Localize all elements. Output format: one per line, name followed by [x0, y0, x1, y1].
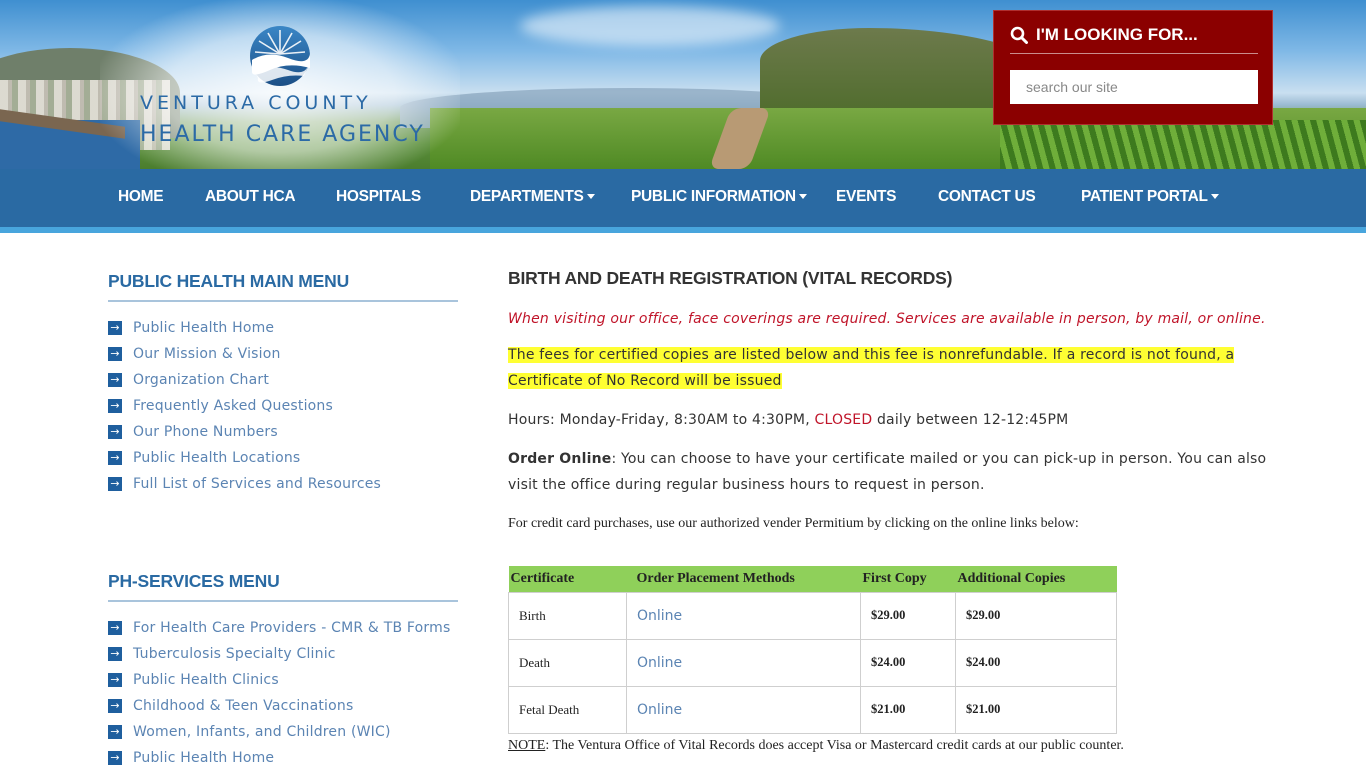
sidebar-item-cmr-tb-forms[interactable]: → For Health Care Providers - CMR & TB Fo… [108, 615, 458, 641]
chevron-down-icon [586, 194, 595, 200]
public-health-main-menu-heading: PUBLIC HEALTH MAIN MENU [108, 271, 458, 302]
sidebar-item-phone-numbers[interactable]: → Our Phone Numbers [108, 419, 458, 445]
additional-copies-price: $21.00 [955, 685, 1117, 734]
arrow-right-icon: → [108, 673, 122, 687]
column-header: Order Placement Methods [626, 566, 861, 592]
certificate-cell: Birth [508, 591, 627, 640]
nav-item-hospitals[interactable]: HOSPITALS [336, 169, 421, 227]
table-row: Death Online $24.00 $24.00 [508, 638, 1117, 687]
additional-copies-price: $24.00 [955, 638, 1117, 687]
sun-wave-logo-icon[interactable] [248, 24, 312, 88]
nav-item-contact-us[interactable]: CONTACT US [938, 169, 1036, 227]
sidebar-item-vaccinations[interactable]: → Childhood & Teen Vaccinations [108, 693, 458, 719]
additional-copies-price: $29.00 [955, 591, 1117, 640]
nav-accent-stripe [0, 227, 1366, 233]
brand-name-line1: VENTURA COUNTY [140, 92, 372, 114]
arrow-right-icon: → [108, 751, 122, 765]
closed-label: CLOSED [814, 412, 873, 428]
nav-item-public-information[interactable]: PUBLIC INFORMATION [631, 169, 807, 227]
header-banner: VENTURA COUNTY HEALTH CARE AGENCY I'M LO… [0, 0, 1366, 169]
column-header: Additional Copies [955, 566, 1117, 592]
sidebar-item-wic[interactable]: → Women, Infants, and Children (WIC) [108, 719, 458, 745]
payment-note: NOTE: The Ventura Office of Vital Record… [508, 738, 1124, 753]
nav-item-departments[interactable]: DEPARTMENTS [470, 169, 595, 227]
order-online-label: Order Online [508, 451, 612, 467]
brand-name-line2: HEALTH CARE AGENCY [140, 122, 425, 147]
table-row: Birth Online $29.00 $29.00 [508, 591, 1117, 640]
nav-item-patient-portal[interactable]: PATIENT PORTAL [1081, 169, 1219, 227]
arrow-right-icon: → [108, 451, 122, 465]
chevron-down-icon [798, 194, 807, 200]
column-header: First Copy [860, 566, 956, 592]
ph-services-menu: → For Health Care Providers - CMR & TB Fo… [108, 615, 458, 768]
main-content: BIRTH AND DEATH REGISTRATION (VITAL RECO… [508, 268, 1268, 753]
arrow-right-icon: → [108, 425, 122, 439]
sidebar-item-public-health-clinics[interactable]: → Public Health Clinics [108, 667, 458, 693]
main-nav: HOME ABOUT HCA HOSPITALS DEPARTMENTS PUB… [0, 169, 1366, 227]
first-copy-price: $21.00 [860, 685, 956, 734]
ph-services-menu-heading: PH-SERVICES MENU [108, 571, 458, 602]
public-health-main-menu: → Public Health Home → Our Mission & Visio… [108, 315, 458, 497]
certificate-cell: Death [508, 638, 627, 687]
nav-item-events[interactable]: EVENTS [836, 169, 897, 227]
online-link[interactable]: Online [626, 638, 861, 687]
certificate-cell: Fetal Death [508, 685, 627, 734]
sidebar-item-locations[interactable]: → Public Health Locations [108, 445, 458, 471]
first-copy-price: $29.00 [860, 591, 956, 640]
column-header: Certificate [508, 566, 627, 592]
note-label: NOTE [508, 738, 546, 753]
fees-notice: The fees for certified copies are listed… [508, 342, 1268, 394]
credit-card-info: For credit card purchases, use our autho… [508, 516, 1079, 531]
nav-item-about-hca[interactable]: ABOUT HCA [205, 169, 296, 227]
arrow-right-icon: → [108, 347, 122, 361]
sidebar-item-public-health-home[interactable]: → Public Health Home [108, 315, 458, 341]
search-panel: I'M LOOKING FOR... [993, 10, 1273, 125]
arrow-right-icon: → [108, 725, 122, 739]
sidebar-item-mission-vision[interactable]: → Our Mission & Vision [108, 341, 458, 367]
order-online-info: Order Online: You can choose to have you… [508, 451, 1267, 493]
sidebar-item-services-resources[interactable]: → Full List of Services and Resources [108, 471, 458, 497]
search-icon [1010, 26, 1028, 44]
search-divider [1010, 53, 1258, 54]
fees-table: Certificate Order Placement Methods Firs… [508, 566, 1117, 734]
search-input[interactable] [1010, 70, 1258, 104]
search-heading: I'M LOOKING FOR... [1010, 25, 1198, 45]
search-heading-label: I'M LOOKING FOR... [1036, 25, 1198, 44]
online-link[interactable]: Online [626, 685, 861, 734]
arrow-right-icon: → [108, 321, 122, 335]
arrow-right-icon: → [108, 647, 122, 661]
arrow-right-icon: → [108, 477, 122, 491]
table-row: Fetal Death Online $21.00 $21.00 [508, 685, 1117, 734]
sidebar-item-tb-clinic[interactable]: → Tuberculosis Specialty Clinic [108, 641, 458, 667]
arrow-right-icon: → [108, 373, 122, 387]
arrow-right-icon: → [108, 399, 122, 413]
sidebar-item-public-health-home-2[interactable]: → Public Health Home [108, 745, 458, 768]
fees-highlight: The fees for certified copies are listed… [508, 347, 1235, 389]
office-hours: Hours: Monday-Friday, 8:30AM to 4:30PM, … [508, 412, 1069, 428]
sidebar-item-faq[interactable]: → Frequently Asked Questions [108, 393, 458, 419]
sidebar-item-organization-chart[interactable]: → Organization Chart [108, 367, 458, 393]
online-link[interactable]: Online [626, 591, 861, 640]
arrow-right-icon: → [108, 621, 122, 635]
table-header-row: Certificate Order Placement Methods Firs… [508, 566, 1117, 592]
first-copy-price: $24.00 [860, 638, 956, 687]
nav-item-home[interactable]: HOME [118, 169, 164, 227]
arrow-right-icon: → [108, 699, 122, 713]
chevron-down-icon [1210, 194, 1219, 200]
face-covering-notice: When visiting our office, face coverings… [508, 311, 1266, 327]
page-title: BIRTH AND DEATH REGISTRATION (VITAL RECO… [508, 268, 953, 288]
